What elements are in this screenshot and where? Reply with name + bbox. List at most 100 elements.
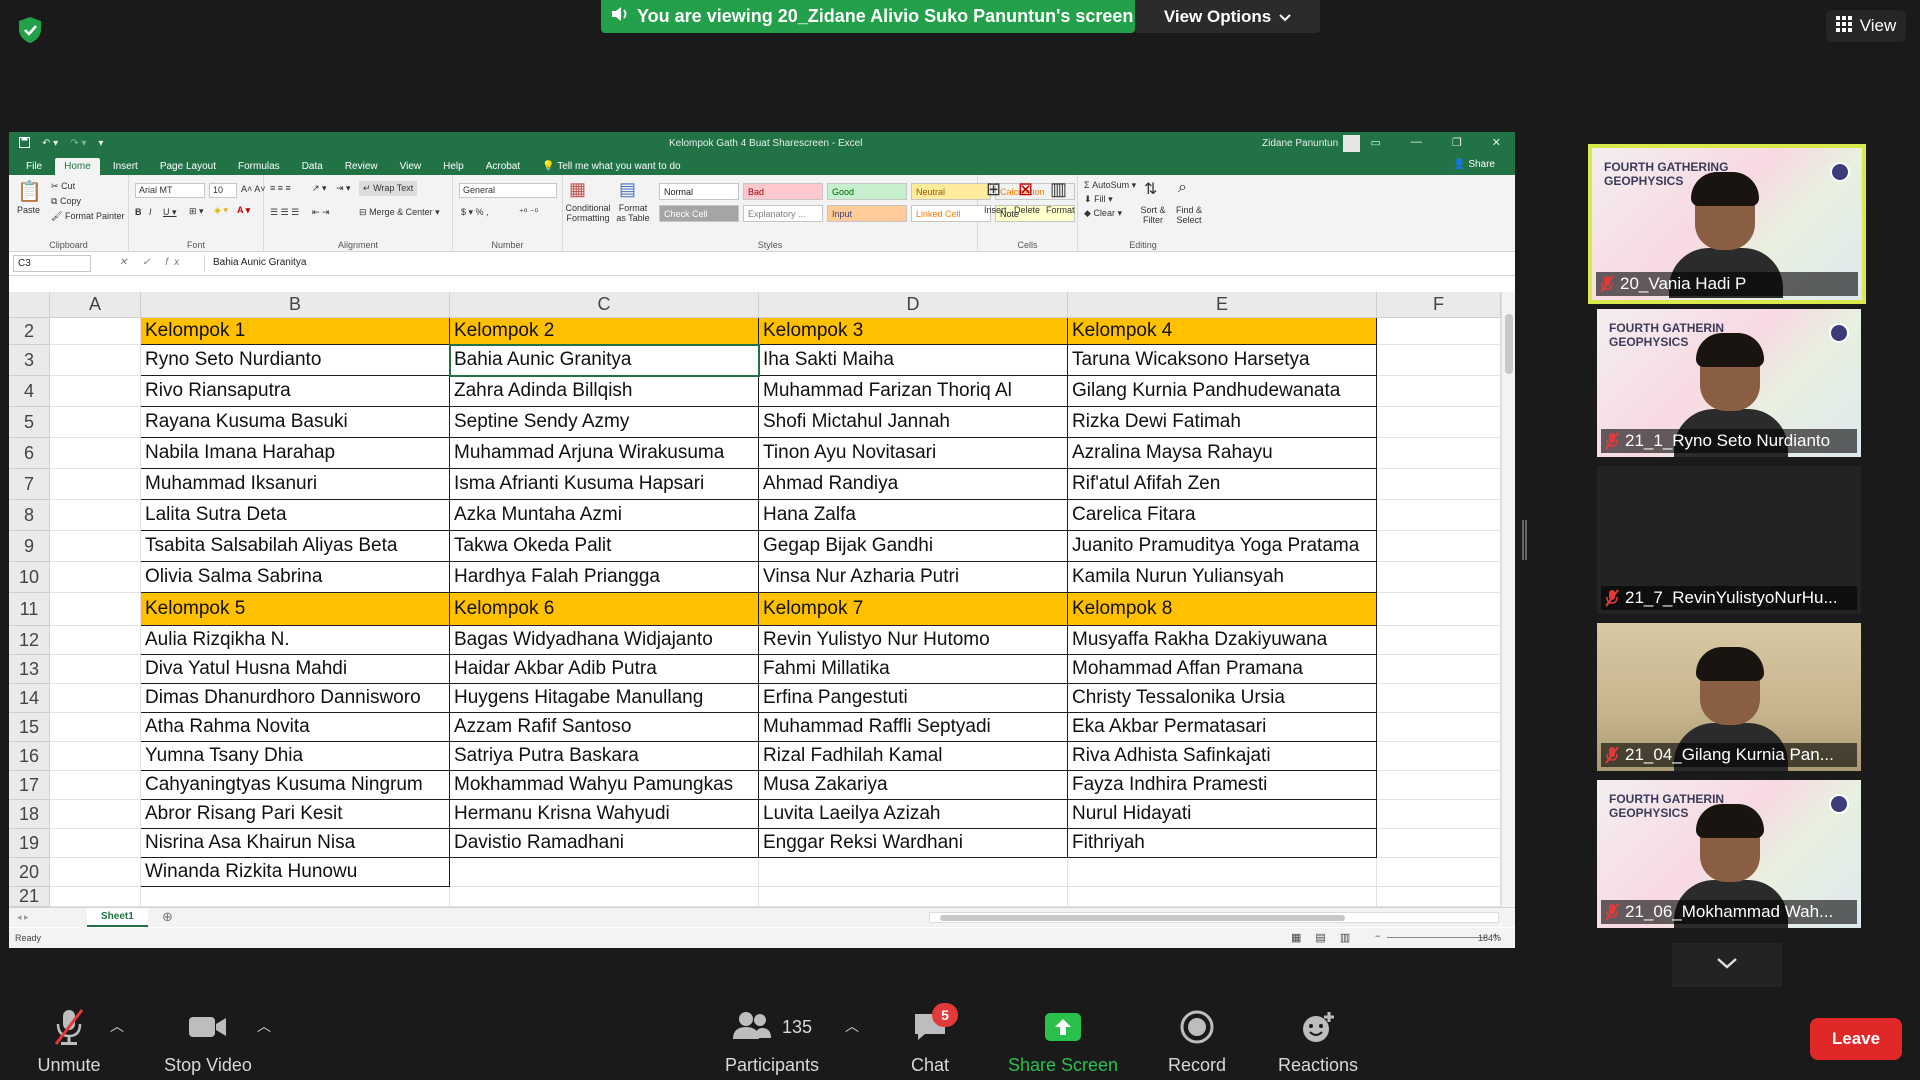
- conditional-formatting-button[interactable]: Conditional Formatting: [565, 203, 611, 223]
- grid-cell[interactable]: Huygens Hitagabe Manullang: [450, 684, 759, 713]
- row-header[interactable]: 4: [9, 376, 50, 407]
- borders-icon[interactable]: ⊞ ▾: [189, 206, 204, 217]
- grid-cell[interactable]: Fahmi Millatika: [759, 655, 1068, 684]
- grid-cell[interactable]: [1377, 771, 1501, 800]
- grid-cell[interactable]: [50, 469, 141, 500]
- grid-cell[interactable]: Cahyaningtyas Kusuma Ningrum: [141, 771, 450, 800]
- grid-cell[interactable]: [759, 858, 1068, 887]
- horizontal-scrollbar[interactable]: [929, 912, 1499, 923]
- italic-button[interactable]: I: [149, 207, 152, 217]
- grid-cell[interactable]: Luvita Laeilya Azizah: [759, 800, 1068, 829]
- name-box[interactable]: C3: [13, 255, 91, 272]
- grid-cell[interactable]: Mokhammad Wahyu Pamungkas: [450, 771, 759, 800]
- currency-icon[interactable]: $ ▾ % ,: [461, 207, 489, 218]
- grid-cell[interactable]: Isma Afrianti Kusuma Hapsari: [450, 469, 759, 500]
- find-icon[interactable]: ⌕: [1178, 179, 1187, 197]
- grid-cell[interactable]: Rayana Kusuma Basuki: [141, 407, 450, 438]
- grid-cell[interactable]: [50, 407, 141, 438]
- row-header[interactable]: 12: [9, 626, 50, 655]
- tab-insert[interactable]: Insert: [104, 158, 147, 175]
- grid-cell[interactable]: Kelompok 1: [141, 318, 450, 345]
- record-button[interactable]: Record: [1160, 1000, 1234, 1076]
- grid-cell[interactable]: Takwa Okeda Palit: [450, 531, 759, 562]
- participant-tile[interactable]: FOURTH GATHERIN GEOPHYSICS 21_1_Ryno Seto…: [1597, 309, 1861, 457]
- grid-cell[interactable]: [1377, 626, 1501, 655]
- grid-cell[interactable]: [50, 858, 141, 887]
- horizontal-align-icons[interactable]: ☰ ☰ ☰: [270, 207, 299, 218]
- reactions-button[interactable]: Reactions: [1270, 1000, 1366, 1076]
- grid-cell[interactable]: [1377, 345, 1501, 376]
- cell-style-6[interactable]: Explanatory ...: [743, 205, 823, 222]
- grid-cell[interactable]: [1377, 655, 1501, 684]
- formula-icons[interactable]: ✕ ✓ fx: [119, 257, 185, 268]
- orientation-icon[interactable]: ↗ ▾: [312, 183, 327, 194]
- row-header[interactable]: 8: [9, 500, 50, 531]
- grid-cell[interactable]: Hana Zalfa: [759, 500, 1068, 531]
- security-shield-icon[interactable]: [14, 14, 46, 46]
- grid-cell[interactable]: [1377, 684, 1501, 713]
- share-button[interactable]: 👤 Share: [1453, 159, 1495, 170]
- grid-cell[interactable]: Shofi Mictahul Jannah: [759, 407, 1068, 438]
- page-layout-view-icon[interactable]: ▤: [1315, 931, 1325, 944]
- grid-cell[interactable]: Zahra Adinda Billqish: [450, 376, 759, 407]
- column-header-b[interactable]: B: [141, 292, 450, 318]
- column-header-e[interactable]: E: [1068, 292, 1377, 318]
- grid-cell[interactable]: [450, 887, 759, 907]
- grid-cell[interactable]: Diva Yatul Husna Mahdi: [141, 655, 450, 684]
- grid-cell[interactable]: [50, 684, 141, 713]
- tab-page-layout[interactable]: Page Layout: [151, 158, 225, 175]
- cut-button[interactable]: ✂ Cut: [51, 181, 75, 192]
- cell-style-1[interactable]: Bad: [743, 183, 823, 200]
- row-header[interactable]: 6: [9, 438, 50, 469]
- grid-cell[interactable]: Atha Rahma Novita: [141, 713, 450, 742]
- grid-cell[interactable]: [1377, 469, 1501, 500]
- grid-cell[interactable]: Nurul Hidayati: [1068, 800, 1377, 829]
- number-format-select[interactable]: General: [459, 183, 557, 198]
- grid-cell[interactable]: Dimas Dhanurdhoro Dannisworo: [141, 684, 450, 713]
- page-break-view-icon[interactable]: ▥: [1340, 931, 1350, 944]
- wrap-text-button[interactable]: ↵ Wrap Text: [359, 181, 418, 196]
- grid-cell[interactable]: [1377, 318, 1501, 345]
- grid-cell[interactable]: [1377, 500, 1501, 531]
- grid-cell[interactable]: Muhammad Iksanuri: [141, 469, 450, 500]
- grid-cell[interactable]: Azzam Rafif Santoso: [450, 713, 759, 742]
- grid-cell[interactable]: Kelompok 8: [1068, 593, 1377, 626]
- paste-icon[interactable]: 📋: [17, 179, 42, 204]
- grid-cell[interactable]: [1068, 887, 1377, 907]
- stop-video-button[interactable]: Stop Video: [160, 1000, 256, 1076]
- participants-button[interactable]: 135 Participants: [722, 1000, 822, 1076]
- grid-cell[interactable]: [50, 655, 141, 684]
- font-color-icon[interactable]: A ▾: [237, 205, 250, 216]
- grid-cell[interactable]: Rif'atul Afifah Zen: [1068, 469, 1377, 500]
- grid-cell[interactable]: [1377, 407, 1501, 438]
- view-layout-button[interactable]: View: [1826, 10, 1906, 42]
- sheet-nav-arrows[interactable]: ◂ ▸: [17, 912, 29, 923]
- grid-cell[interactable]: Lalita Sutra Deta: [141, 500, 450, 531]
- participant-tile[interactable]: 21_04_Gilang Kurnia Pan...: [1597, 623, 1861, 771]
- row-header[interactable]: 7: [9, 469, 50, 500]
- unmute-button[interactable]: Unmute: [34, 1000, 104, 1076]
- grid-cell[interactable]: Satriya Putra Baskara: [450, 742, 759, 771]
- save-icon[interactable]: [19, 136, 30, 151]
- row-header[interactable]: 19: [9, 829, 50, 858]
- grid-cell[interactable]: Tinon Ayu Novitasari: [759, 438, 1068, 469]
- next-page-button[interactable]: [1672, 943, 1782, 987]
- grid-cell[interactable]: [50, 742, 141, 771]
- grid-cell[interactable]: [50, 531, 141, 562]
- audio-options-caret[interactable]: ︿: [110, 1016, 124, 1036]
- cell-style-7[interactable]: Input: [827, 205, 907, 222]
- paste-button[interactable]: Paste: [17, 205, 40, 215]
- grid-cell[interactable]: [1377, 593, 1501, 626]
- font-family-select[interactable]: Arial MT: [135, 183, 205, 198]
- grid-cell[interactable]: [50, 829, 141, 858]
- grid-cell[interactable]: Revin Yulistyo Nur Hutomo: [759, 626, 1068, 655]
- autosum-button[interactable]: Σ AutoSum ▾: [1084, 180, 1136, 191]
- row-header[interactable]: 10: [9, 562, 50, 593]
- grid-cell[interactable]: [50, 887, 141, 907]
- column-header-a[interactable]: A: [50, 292, 141, 318]
- share-screen-button[interactable]: Share Screen: [1004, 1000, 1122, 1076]
- grid-cell[interactable]: [1068, 858, 1377, 887]
- grid-cell[interactable]: Muhammad Raffli Septyadi: [759, 713, 1068, 742]
- grid-cell[interactable]: [50, 771, 141, 800]
- vertical-scroll-thumb[interactable]: [1505, 314, 1513, 374]
